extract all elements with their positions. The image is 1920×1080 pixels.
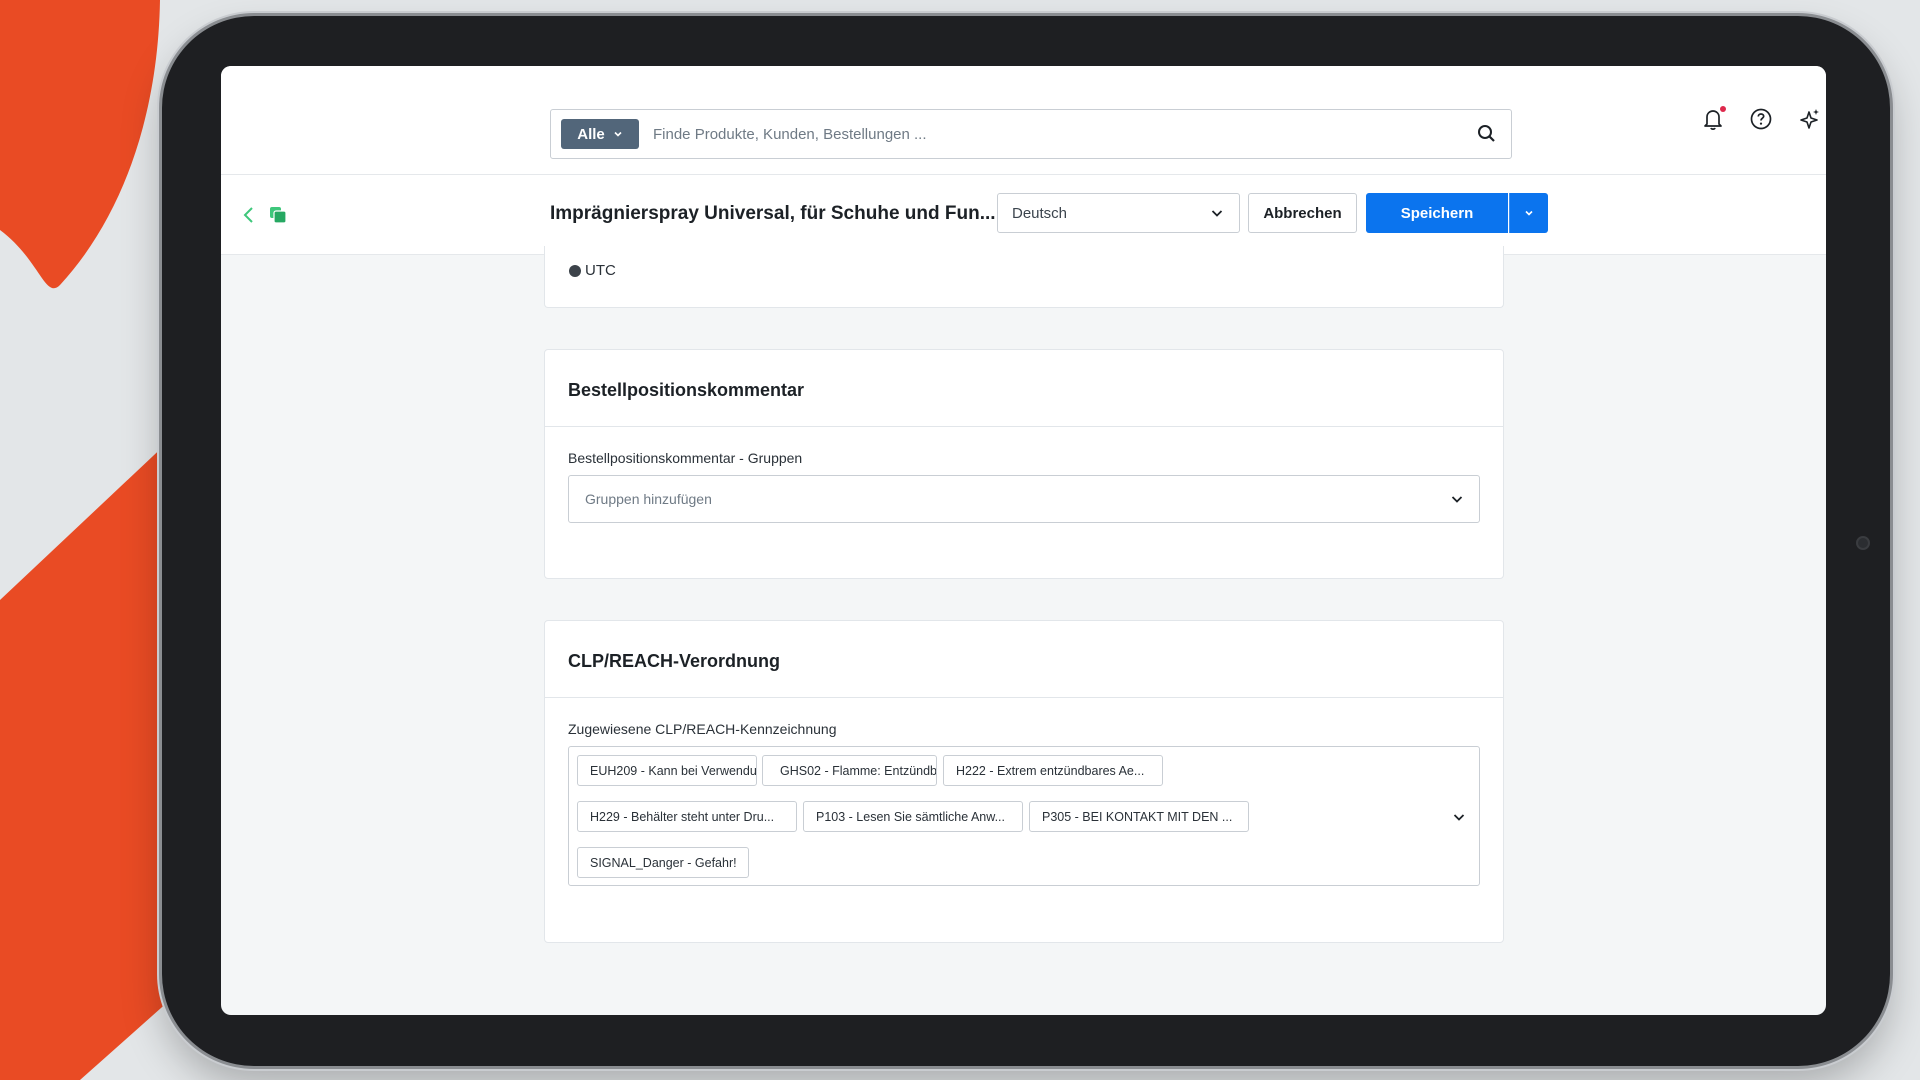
- language-select-value: Deutsch: [1012, 204, 1068, 222]
- section-title: CLP/REACH-Verordnung: [568, 651, 781, 671]
- header-icon-group: [1700, 106, 1822, 132]
- tag-label: H229 - Behälter steht unter Dru...: [590, 809, 775, 824]
- cancel-button[interactable]: Abbrechen: [1248, 193, 1357, 233]
- save-options-button[interactable]: [1509, 193, 1548, 233]
- tag-label: SIGNAL_Danger - Gefahr!: [590, 855, 737, 870]
- chevron-down-icon: [1211, 210, 1223, 217]
- chevron-down-icon: [1451, 496, 1463, 503]
- top-header: Alle Finde Produkte, Kunden, Bestellunge…: [221, 66, 1826, 175]
- action-bar: Imprägnierspray Universal, für Schuhe un…: [221, 175, 1826, 255]
- section-title: Bestellpositionskommentar: [568, 380, 805, 400]
- copy-icon[interactable]: [268, 205, 288, 225]
- tag-chip[interactable]: H222 - Extrem entzündbares Ae...: [943, 755, 1163, 786]
- camera-dot: [1856, 536, 1870, 550]
- language-select[interactable]: Deutsch: [997, 193, 1240, 233]
- ai-assistant-button[interactable]: [1796, 106, 1822, 132]
- tag-label: P305 - BEI KONTAKT MIT DEN ...: [1042, 809, 1233, 824]
- tag-chip[interactable]: GHS02 - Flamme: Entzündb...: [762, 755, 937, 786]
- page-title: Imprägnierspray Universal, für Schuhe un…: [550, 203, 996, 224]
- tag-chip[interactable]: P305 - BEI KONTAKT MIT DEN ...: [1029, 801, 1249, 832]
- groups-select[interactable]: Gruppen hinzufügen: [568, 475, 1480, 523]
- tag-chip[interactable]: SIGNAL_Danger - Gefahr!: [577, 847, 749, 878]
- back-arrow-icon[interactable]: [239, 205, 259, 225]
- search-scope-label: Alle: [577, 125, 605, 143]
- search-scope-dropdown[interactable]: Alle: [561, 119, 639, 149]
- help-icon: [1750, 108, 1772, 130]
- field-label: Bestellpositionskommentar - Gruppen: [568, 450, 803, 466]
- sparkle-icon: [1800, 109, 1819, 129]
- global-search: Alle Finde Produkte, Kunden, Bestellunge…: [550, 109, 1512, 159]
- tag-chip[interactable]: H229 - Behälter steht unter Dru...: [577, 801, 797, 832]
- search-input[interactable]: Finde Produkte, Kunden, Bestellungen ...: [653, 126, 1475, 143]
- groups-select-placeholder: Gruppen hinzufügen: [585, 491, 712, 507]
- divider: [545, 697, 1503, 698]
- chevron-down-icon: [614, 131, 622, 137]
- tag-label: H222 - Extrem entzündbares Ae...: [956, 763, 1145, 778]
- chevron-down-icon[interactable]: [1451, 809, 1467, 825]
- chevron-down-icon: [1525, 210, 1533, 216]
- save-button[interactable]: Speichern: [1366, 193, 1508, 233]
- clp-labels-multiselect[interactable]: EUH209 - Kann bei Verwendung... GHS02 - …: [568, 746, 1480, 886]
- tag-label: GHS02 - Flamme: Entzündb...: [780, 763, 937, 778]
- divider: [545, 426, 1503, 427]
- tag-chip[interactable]: EUH209 - Kann bei Verwendung...: [577, 755, 757, 786]
- tag-chip[interactable]: P103 - Lesen Sie sämtliche Anw...: [803, 801, 1023, 832]
- field-label: Zugewiesene CLP/REACH-Kennzeichnung: [568, 721, 837, 737]
- tag-label: EUH209 - Kann bei Verwendung...: [590, 763, 757, 778]
- search-icon[interactable]: [1475, 122, 1499, 146]
- clock-icon: [569, 264, 581, 277]
- help-button[interactable]: [1748, 106, 1774, 132]
- timezone-indicator: UTC: [569, 262, 616, 279]
- notifications-button[interactable]: [1700, 106, 1726, 132]
- order-item-comment-card: Bestellpositionskommentar Bestellpositio…: [544, 349, 1504, 579]
- timezone-card: UTC: [544, 246, 1504, 308]
- clp-reach-card: CLP/REACH-Verordnung Zugewiesene CLP/REA…: [544, 620, 1504, 943]
- notification-dot: [1720, 106, 1726, 112]
- tag-label: P103 - Lesen Sie sämtliche Anw...: [816, 809, 1005, 824]
- app-screen: Alle Finde Produkte, Kunden, Bestellunge…: [221, 66, 1826, 1015]
- timezone-label: UTC: [585, 262, 616, 279]
